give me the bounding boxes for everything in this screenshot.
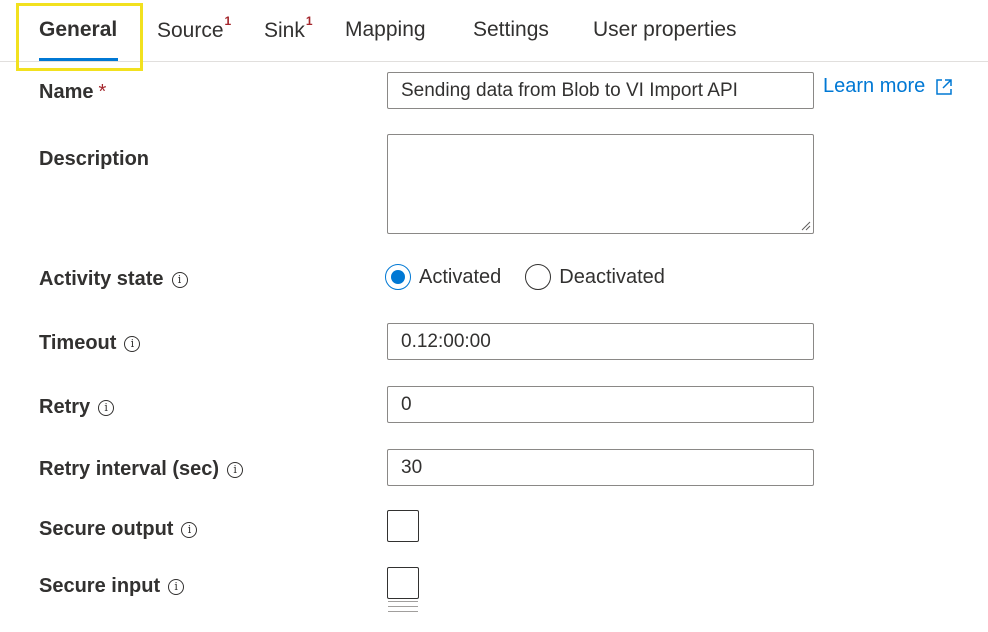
learn-more-link[interactable]: Learn more [823,75,954,98]
scroll-indicator [388,601,418,616]
secure-input-label: Secure input i [39,575,185,598]
secure-output-label: Secure output i [39,518,198,541]
retry-interval-label: Retry interval (sec) i [39,458,244,481]
activity-state-radio-group: Activated Deactivated [385,264,665,290]
timeout-value: 0.12:00:00 [401,330,491,352]
tab-general[interactable]: General [39,18,117,42]
error-count-badge: 1 [224,14,232,28]
name-input[interactable]: Sending data from Blob to VI Import API [387,72,814,109]
timeout-label: Timeout i [39,332,141,355]
active-tab-indicator [39,58,118,61]
retry-label: Retry i [39,396,115,419]
tab-label: Mapping [345,18,426,41]
tab-mapping[interactable]: Mapping [345,18,426,42]
activity-state-label: Activity state i [39,268,188,291]
resize-grip-icon[interactable] [801,221,811,231]
name-label: Name * [39,81,106,104]
secure-input-label-text: Secure input [39,575,161,597]
info-icon[interactable]: i [168,578,185,595]
radio-dot [391,270,405,284]
tab-sink[interactable]: Sink1 [264,14,313,43]
tab-label: Source [157,19,224,42]
retry-value: 0 [401,393,412,415]
tab-source[interactable]: Source1 [157,14,231,43]
learn-more-text: Learn more [823,75,926,97]
retry-interval-label-text: Retry interval (sec) [39,458,220,480]
external-link-icon [936,78,953,95]
description-label: Description [39,148,149,171]
tab-label: General [39,18,118,41]
tab-bar: General Source1 Sink1 Mapping Settings U… [0,0,988,62]
secure-input-checkbox[interactable] [387,567,419,599]
secure-output-checkbox[interactable] [387,510,419,542]
radio-circle [525,264,552,290]
radio-label: Deactivated [559,265,665,288]
radio-deactivated[interactable]: Deactivated [525,264,665,290]
secure-output-label-text: Secure output [39,518,174,540]
tab-label: User properties [593,18,737,41]
timeout-input[interactable]: 0.12:00:00 [387,323,814,360]
info-icon[interactable]: i [171,271,188,288]
description-label-text: Description [39,148,150,170]
retry-interval-input[interactable]: 30 [387,449,814,486]
radio-label: Activated [419,265,502,288]
name-input-value: Sending data from Blob to VI Import API [401,79,738,101]
description-textarea[interactable] [387,134,814,234]
tab-label: Sink [264,19,305,42]
retry-label-text: Retry [39,396,91,418]
info-icon[interactable]: i [98,399,115,416]
tab-settings[interactable]: Settings [473,18,549,42]
radio-checked-circle [385,264,411,290]
required-marker: * [98,81,107,103]
tab-user-properties[interactable]: User properties [593,18,737,42]
timeout-label-text: Timeout [39,332,117,354]
info-icon[interactable]: i [227,461,244,478]
name-label-text: Name [39,81,94,103]
info-icon[interactable]: i [181,521,198,538]
retry-interval-value: 30 [401,456,423,478]
info-icon[interactable]: i [124,335,141,352]
radio-activated[interactable]: Activated [385,264,501,290]
error-count-badge: 1 [305,14,313,28]
retry-input[interactable]: 0 [387,386,814,423]
activity-state-label-text: Activity state [39,268,164,290]
tab-label: Settings [473,18,549,41]
